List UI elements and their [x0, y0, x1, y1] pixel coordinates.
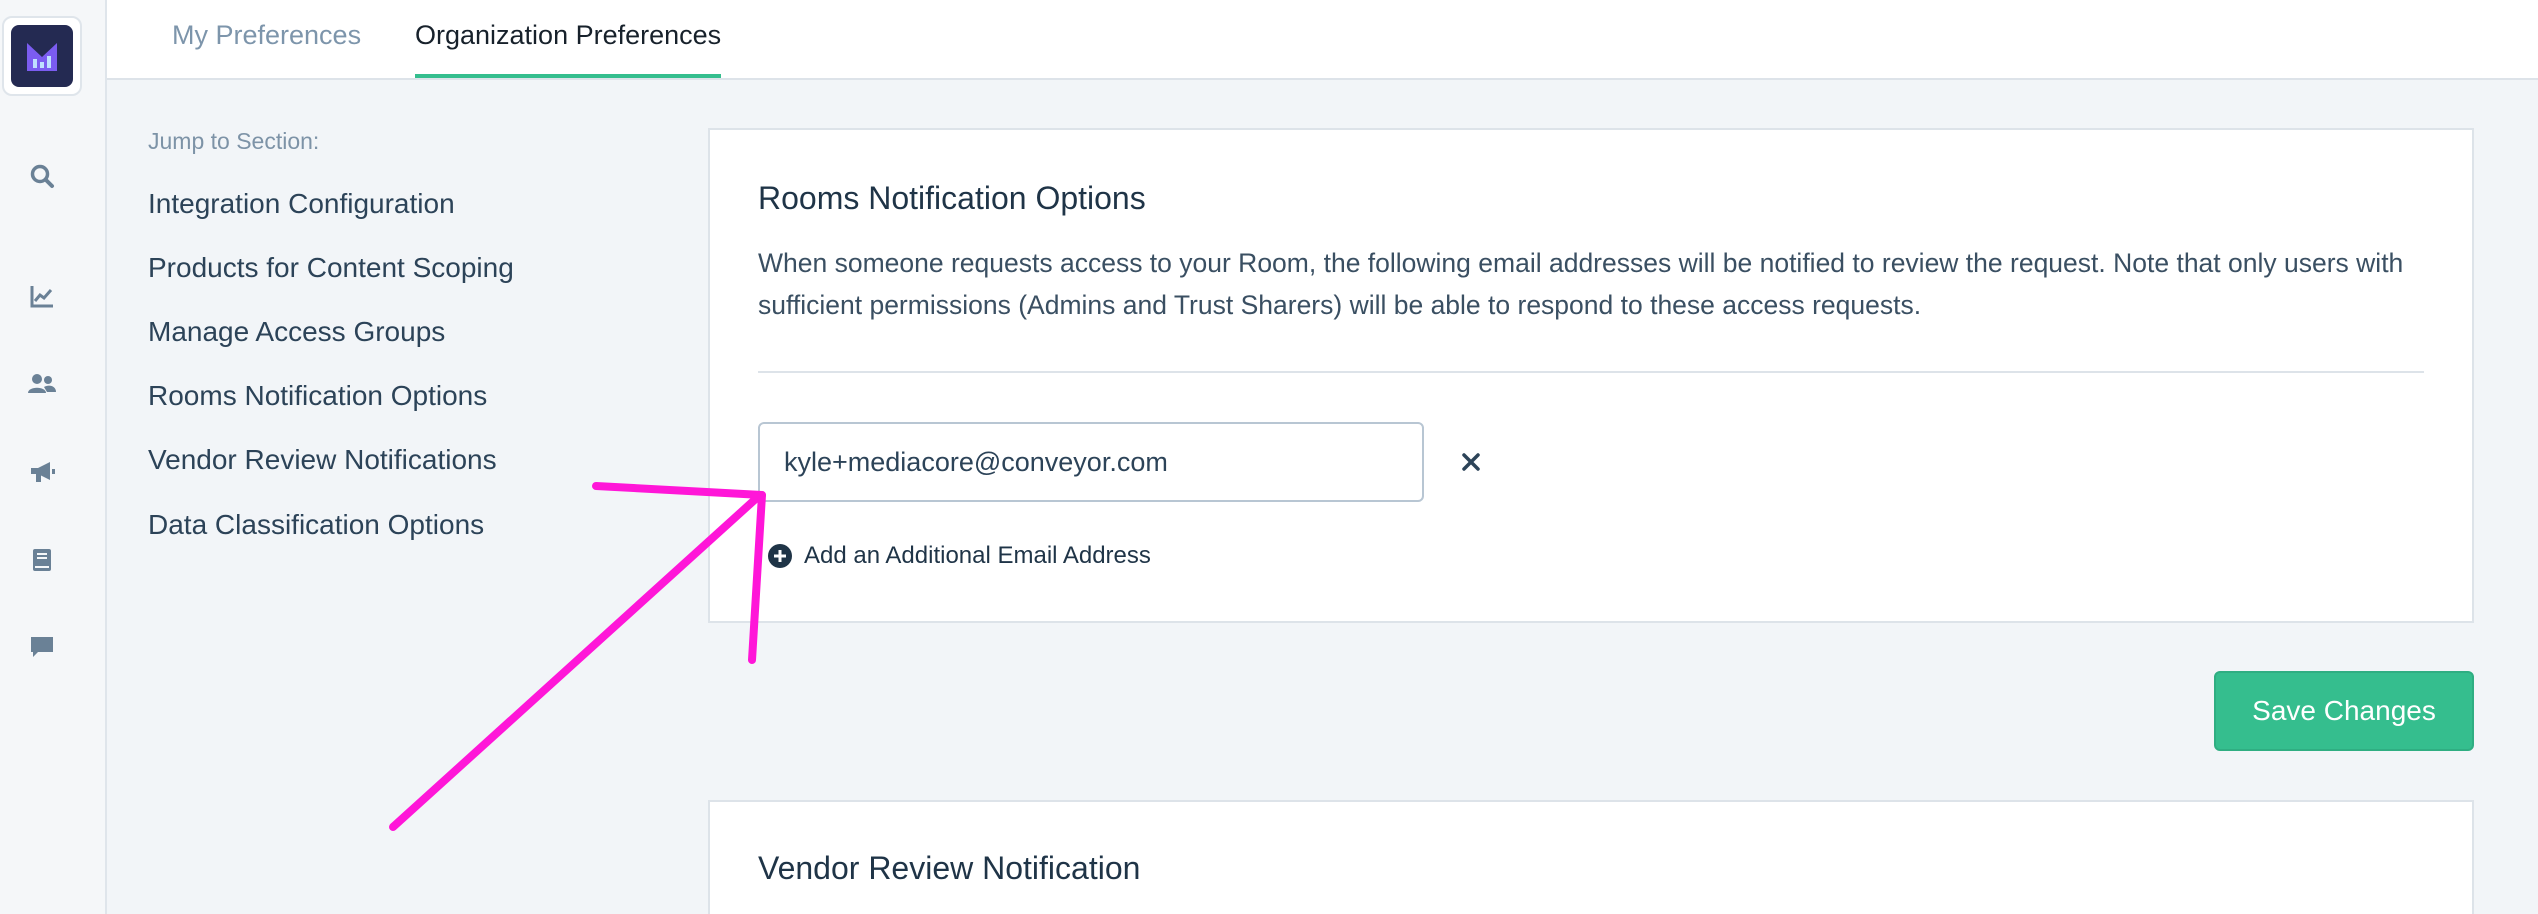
close-icon: [1462, 453, 1480, 471]
plus-circle-icon: [768, 544, 792, 568]
arrow-shaft: [389, 491, 764, 831]
remove-email-button[interactable]: [1455, 446, 1487, 478]
rooms-notification-description: When someone requests access to your Roo…: [758, 248, 2404, 320]
add-email-label: Add an Additional Email Address: [804, 542, 1151, 569]
vendor-review-card: Vendor Review Notification: [708, 800, 2474, 914]
rooms-notification-title: Rooms Notification Options: [758, 180, 1146, 216]
save-changes-button[interactable]: Save Changes: [2214, 671, 2474, 751]
left-rail: [0, 0, 107, 914]
tab-organization-preferences[interactable]: Organization Preferences: [415, 0, 722, 78]
search-icon[interactable]: [25, 159, 59, 193]
add-email-button[interactable]: Add an Additional Email Address: [768, 540, 1151, 572]
jump-link-rooms-notification-options[interactable]: Rooms Notification Options: [148, 380, 487, 412]
megaphone-icon[interactable]: [25, 455, 59, 489]
jump-to-section-heading: Jump to Section:: [148, 128, 320, 154]
app-logo[interactable]: [2, 16, 82, 96]
app-logo-icon: [11, 25, 73, 87]
users-icon[interactable]: [25, 367, 59, 401]
jump-link-vendor-review-notifications[interactable]: Vendor Review Notifications: [148, 444, 497, 476]
book-icon[interactable]: [25, 543, 59, 577]
jump-link-integration-configuration[interactable]: Integration Configuration: [148, 188, 455, 220]
notification-email-input[interactable]: [758, 422, 1424, 502]
tab-my-preferences[interactable]: My Preferences: [172, 0, 361, 80]
section-divider: [758, 371, 2424, 373]
jump-link-manage-access-groups[interactable]: Manage Access Groups: [148, 316, 445, 348]
rooms-notification-card: Rooms Notification Options When someone …: [708, 128, 2474, 623]
app-root: My Preferences Organization Preferences …: [0, 0, 2538, 914]
jump-link-data-classification-options[interactable]: Data Classification Options: [148, 509, 484, 541]
chart-icon[interactable]: [25, 279, 59, 313]
preferences-tab-bar: My Preferences Organization Preferences: [107, 0, 2538, 80]
jump-link-products-content-scoping[interactable]: Products for Content Scoping: [148, 252, 514, 284]
chat-icon[interactable]: [25, 630, 59, 664]
vendor-review-title: Vendor Review Notification: [758, 850, 1141, 886]
